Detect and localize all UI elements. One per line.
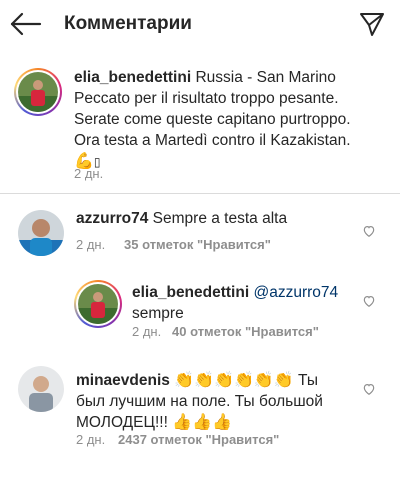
paper-plane-icon[interactable] bbox=[358, 10, 386, 38]
player-photo bbox=[78, 284, 118, 324]
comment-likes[interactable]: 2437 отметок "Нравится" bbox=[118, 432, 279, 447]
caption-text: elia_benedettini Russia - San Marino Pec… bbox=[74, 69, 351, 170]
comment-username[interactable]: azzurro74 bbox=[76, 210, 148, 227]
avatar-minaevdenis[interactable] bbox=[18, 366, 64, 412]
caption-divider bbox=[0, 193, 400, 194]
avatar-azzurro74[interactable] bbox=[18, 210, 64, 256]
reply-username[interactable]: elia_benedettini bbox=[132, 284, 249, 301]
thumbs-up-emoji: 👍👍👍 bbox=[172, 414, 232, 431]
heart-icon[interactable] bbox=[362, 224, 376, 238]
page-title: Комментарии bbox=[64, 13, 192, 34]
reply-likes[interactable]: 40 отметок "Нравится" bbox=[172, 324, 319, 339]
caption-time: 2 дн. bbox=[74, 166, 104, 181]
reply-time: 2 дн. bbox=[132, 324, 162, 339]
caption-username[interactable]: elia_benedettini bbox=[74, 69, 191, 86]
heart-icon[interactable] bbox=[362, 294, 376, 308]
comment-text: minaevdenis 👏👏👏👏👏👏 Ты был лучшим на поле… bbox=[76, 372, 323, 431]
clapping-hands-emoji: 👏👏👏👏👏👏 bbox=[174, 372, 294, 389]
comment-time: 2 дн. bbox=[76, 237, 106, 252]
comment-time: 2 дн. bbox=[76, 432, 106, 447]
player-photo bbox=[18, 72, 58, 112]
comment-username[interactable]: minaevdenis bbox=[76, 372, 170, 389]
mention-link[interactable]: @azzurro74 bbox=[253, 284, 338, 301]
heart-icon[interactable] bbox=[362, 382, 376, 396]
caption-avatar[interactable] bbox=[14, 68, 62, 116]
reply-avatar[interactable] bbox=[74, 280, 122, 328]
comment-text: azzurro74 Sempre a testa alta bbox=[76, 210, 288, 227]
arrow-left-icon[interactable] bbox=[8, 10, 44, 38]
top-bar: Комментарии bbox=[0, 0, 400, 48]
comment-likes[interactable]: 35 отметок "Нравится" bbox=[124, 237, 271, 252]
reply-text: elia_benedettini @azzurro74 sempre bbox=[132, 284, 339, 322]
